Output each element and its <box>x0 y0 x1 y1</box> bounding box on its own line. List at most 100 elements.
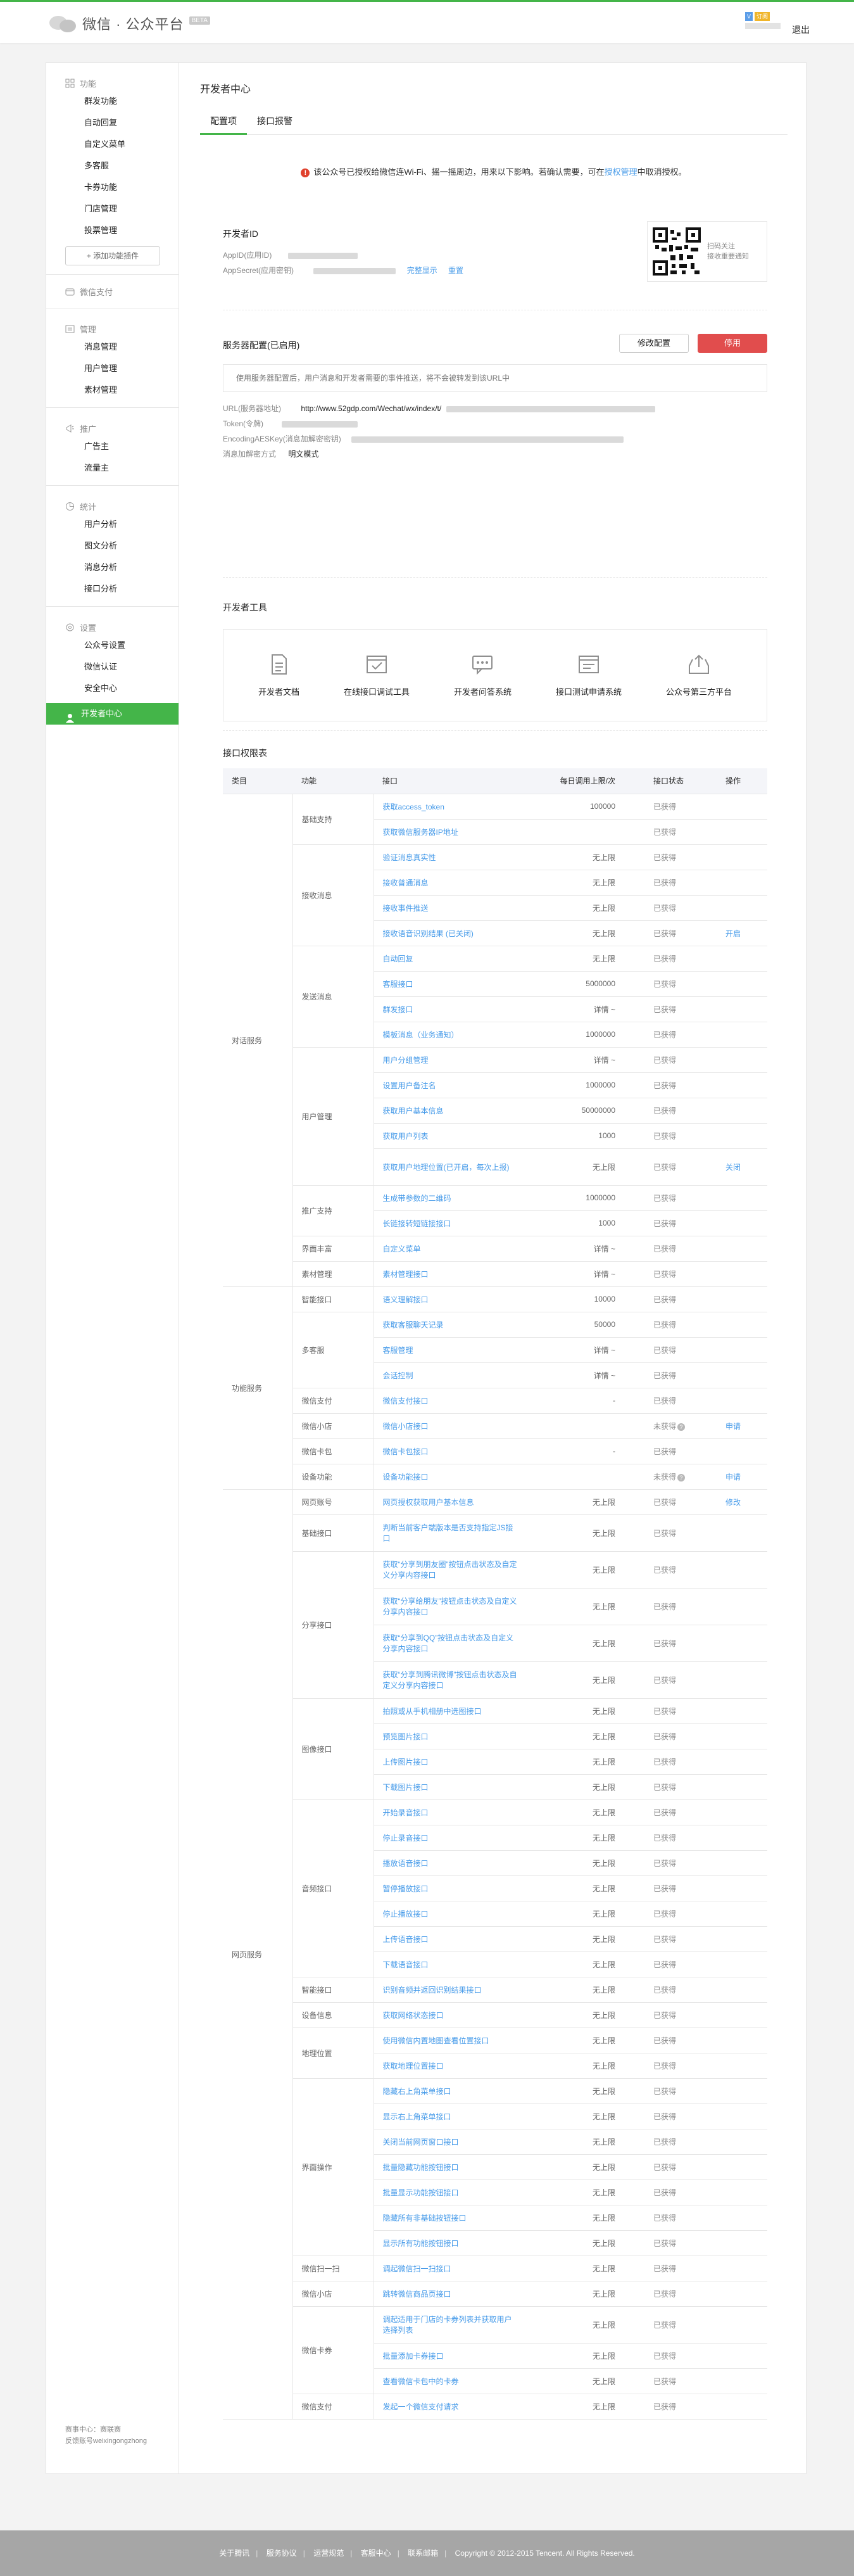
api-link[interactable]: 接收事件推送 <box>383 904 429 913</box>
api-link[interactable]: 微信卡包接口 <box>383 1447 429 1456</box>
api-link[interactable]: 获取用户列表 <box>383 1132 429 1141</box>
sidebar-item-multi-service[interactable]: 多客服 <box>46 155 179 177</box>
show-full-secret-link[interactable]: 完整显示 <box>407 266 437 275</box>
api-link[interactable]: 自动回复 <box>383 955 413 963</box>
api-link[interactable]: 使用微信内置地图查看位置接口 <box>383 2036 489 2045</box>
api-link[interactable]: 群发接口 <box>383 1005 413 1014</box>
api-link[interactable]: 播放语音接口 <box>383 1859 429 1868</box>
logout-link[interactable]: 退出 <box>792 23 810 36</box>
api-link[interactable]: 批量添加卡券接口 <box>383 2352 444 2361</box>
sidebar-item-wechat-pay[interactable]: 微信支付 <box>46 284 179 299</box>
api-link[interactable]: 用户分组管理 <box>383 1056 429 1065</box>
help-icon[interactable]: ? <box>677 1423 686 1431</box>
sidebar-item-api-analysis[interactable]: 接口分析 <box>46 578 179 600</box>
sidebar-item-auto-reply[interactable]: 自动回复 <box>46 112 179 134</box>
tool-online-debug[interactable]: 在线接口调试工具 <box>344 653 410 697</box>
sidebar-item-account-settings[interactable]: 公众号设置 <box>46 635 179 656</box>
action-link[interactable]: 开启 <box>725 929 741 938</box>
api-link[interactable]: 显示右上角菜单接口 <box>383 2112 451 2121</box>
sidebar-item-votes[interactable]: 投票管理 <box>46 220 179 241</box>
footer-link-terms[interactable]: 服务协议 <box>267 2549 297 2558</box>
api-link[interactable]: 设置用户备注名 <box>383 1081 436 1090</box>
sidebar-item-user-analysis[interactable]: 用户分析 <box>46 514 179 535</box>
sidebar-item-custom-menu[interactable]: 自定义菜单 <box>46 134 179 155</box>
action-link[interactable]: 关闭 <box>725 1163 741 1172</box>
sidebar-item-materials[interactable]: 素材管理 <box>46 379 179 401</box>
api-link[interactable]: 下载图片接口 <box>383 1783 429 1792</box>
api-link[interactable]: 批量隐藏功能按钮接口 <box>383 2163 459 2172</box>
api-link[interactable]: 语义理解接口 <box>383 1295 429 1304</box>
sidebar-item-article-analysis[interactable]: 图文分析 <box>46 535 179 557</box>
sidebar-item-users[interactable]: 用户管理 <box>46 358 179 379</box>
api-link[interactable]: 获取用户基本信息 <box>383 1107 444 1115</box>
api-link[interactable]: 下载语音接口 <box>383 1960 429 1969</box>
api-link[interactable]: 微信支付接口 <box>383 1397 429 1405</box>
reset-secret-link[interactable]: 重置 <box>448 266 463 275</box>
api-link[interactable]: 识别音频并返回识别结果接口 <box>383 1986 482 1995</box>
sidebar-item-message-analysis[interactable]: 消息分析 <box>46 557 179 578</box>
api-link[interactable]: 获取“分享到QQ”按钮点击状态及自定义分享内容接口 <box>383 1634 514 1653</box>
api-link[interactable]: 查看微信卡包中的卡券 <box>383 2377 459 2386</box>
api-link[interactable]: 设备功能接口 <box>383 1473 429 1482</box>
sidebar-item-verification[interactable]: 微信认证 <box>46 656 179 678</box>
add-plugin-button[interactable]: + 添加功能插件 <box>65 246 160 265</box>
sidebar-item-security[interactable]: 安全中心 <box>46 678 179 699</box>
api-link[interactable]: 停止播放接口 <box>383 1910 429 1919</box>
api-link[interactable]: 获取access_token <box>383 803 444 811</box>
tool-qa-system[interactable]: 开发者问答系统 <box>454 653 512 697</box>
api-link[interactable]: 生成带参数的二维码 <box>383 1194 451 1203</box>
action-link[interactable]: 申请 <box>725 1422 741 1431</box>
tool-dev-docs[interactable]: 开发者文档 <box>258 653 299 697</box>
footer-link-about[interactable]: 关于腾讯 <box>219 2549 249 2558</box>
sidebar-item-advertiser[interactable]: 广告主 <box>46 436 179 457</box>
api-link[interactable]: 会话控制 <box>383 1371 413 1380</box>
api-link[interactable]: 获取网络状态接口 <box>383 2011 444 2020</box>
api-link[interactable]: 上传语音接口 <box>383 1935 429 1944</box>
api-link[interactable]: 接收普通消息 <box>383 879 429 887</box>
footer-link-email[interactable]: 联系邮箱 <box>408 2549 438 2558</box>
api-link[interactable]: 拍照或从手机相册中选图接口 <box>383 1707 482 1716</box>
authorization-manage-link[interactable]: 授权管理 <box>605 167 637 177</box>
api-link[interactable]: 隐藏所有非基础按钮接口 <box>383 2214 467 2223</box>
sidebar-item-coupons[interactable]: 卡券功能 <box>46 177 179 198</box>
wechat-logo[interactable]: 微信 · 公众平台 BETA <box>49 11 210 36</box>
api-link[interactable]: 批量显示功能按钮接口 <box>383 2188 459 2197</box>
api-link[interactable]: 显示所有功能按钮接口 <box>383 2239 459 2248</box>
api-link[interactable]: 关闭当前网页窗口接口 <box>383 2138 459 2147</box>
tab-config[interactable]: 配置项 <box>200 110 247 135</box>
disable-button[interactable]: 停用 <box>698 334 767 353</box>
sidebar-item-publisher[interactable]: 流量主 <box>46 457 179 479</box>
footer-link-support[interactable]: 客服中心 <box>361 2549 391 2558</box>
account-badges[interactable]: V 订阅 <box>745 12 782 35</box>
api-link[interactable]: 获取微信服务器IP地址 <box>383 828 458 837</box>
sidebar-item-messages[interactable]: 消息管理 <box>46 336 179 358</box>
tool-test-apply[interactable]: 接口测试申请系统 <box>556 653 622 697</box>
action-link[interactable]: 申请 <box>725 1473 741 1482</box>
tab-api-alerts[interactable]: 接口报警 <box>247 110 303 135</box>
api-link[interactable]: 长链接转短链接接口 <box>383 1219 451 1228</box>
api-link[interactable]: 暂停播放接口 <box>383 1884 429 1893</box>
api-link[interactable]: 调起适用于门店的卡券列表并获取用户选择列表 <box>383 2315 512 2335</box>
api-link[interactable]: 微信小店接口 <box>383 1422 429 1431</box>
sidebar-item-stores[interactable]: 门店管理 <box>46 198 179 220</box>
api-link[interactable]: 跳转微信商品页接口 <box>383 2290 451 2299</box>
api-link[interactable]: 获取客服聊天记录 <box>383 1321 444 1329</box>
api-link[interactable]: 获取“分享到腾讯微博”按钮点击状态及自定义分享内容接口 <box>383 1670 517 1690</box>
api-link[interactable]: 获取用户地理位置(已开启，每次上报) <box>383 1163 510 1172</box>
api-link[interactable]: 素材管理接口 <box>383 1270 429 1279</box>
modify-config-button[interactable]: 修改配置 <box>619 334 689 353</box>
api-link[interactable]: 客服接口 <box>383 980 413 989</box>
sidebar-item-developer-center[interactable]: 开发者中心 <box>46 703 179 725</box>
api-link[interactable]: 获取“分享给朋友”按钮点击状态及自定义分享内容接口 <box>383 1597 517 1616</box>
api-link[interactable]: 客服管理 <box>383 1346 413 1355</box>
tool-third-party[interactable]: 公众号第三方平台 <box>666 653 732 697</box>
api-link[interactable]: 验证消息真实性 <box>383 853 436 862</box>
api-link[interactable]: 上传图片接口 <box>383 1758 429 1767</box>
api-link[interactable]: 开始录音接口 <box>383 1808 429 1817</box>
api-link[interactable]: 发起一个微信支付请求 <box>383 2402 459 2411</box>
sidebar-item-mass-send[interactable]: 群发功能 <box>46 91 179 112</box>
api-link[interactable]: 自定义菜单 <box>383 1245 421 1253</box>
api-link[interactable]: 获取“分享到朋友圈”按钮点击状态及自定义分享内容接口 <box>383 1560 517 1580</box>
api-link[interactable]: 获取地理位置接口 <box>383 2062 444 2071</box>
api-link[interactable]: 停止录音接口 <box>383 1834 429 1843</box>
